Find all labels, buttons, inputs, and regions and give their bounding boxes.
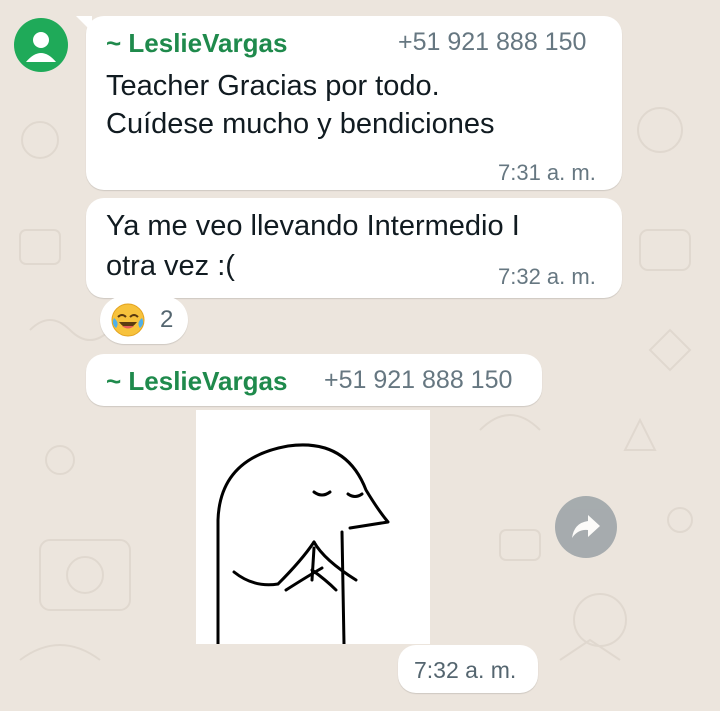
message-text-line: otra vez :(	[106, 250, 235, 282]
default-contact-avatar-icon	[26, 32, 56, 62]
praying-blob-sticker	[216, 443, 390, 646]
reaction-chip[interactable]: 2	[100, 296, 188, 344]
sender-phone: +51 921 888 150	[324, 366, 513, 394]
sender-name[interactable]: ~ LeslieVargas	[106, 28, 287, 59]
message-time: 7:32 a. m.	[414, 657, 517, 683]
message-text-line: Cuídese mucho y bendiciones	[106, 108, 495, 140]
reaction-count: 2	[160, 306, 174, 333]
forward-arrow-icon	[572, 515, 600, 538]
tears-of-joy-emoji-icon	[111, 303, 145, 337]
sticker-time-pill: 7:32 a. m.	[398, 645, 538, 693]
message-time: 7:31 a. m.	[498, 160, 596, 185]
sticker-sender-bubble[interactable]: ~ LeslieVargas +51 921 888 150	[86, 354, 542, 406]
sender-name[interactable]: ~ LeslieVargas	[106, 366, 287, 397]
contact-avatar[interactable]	[14, 18, 68, 72]
message-text-line: Teacher Gracias por todo.	[106, 70, 440, 102]
message-bubble[interactable]: Ya me veo llevando Intermedio I otra vez…	[86, 198, 622, 298]
forward-button[interactable]	[555, 496, 617, 558]
bubble-tail	[76, 16, 92, 32]
message-bubble[interactable]: ~ LeslieVargas +51 921 888 150 Teacher G…	[76, 16, 622, 190]
message-time: 7:32 a. m.	[498, 264, 596, 289]
message-text-line: Ya me veo llevando Intermedio I	[106, 210, 520, 242]
sender-phone: +51 921 888 150	[398, 28, 587, 56]
sticker-image[interactable]	[196, 410, 430, 646]
